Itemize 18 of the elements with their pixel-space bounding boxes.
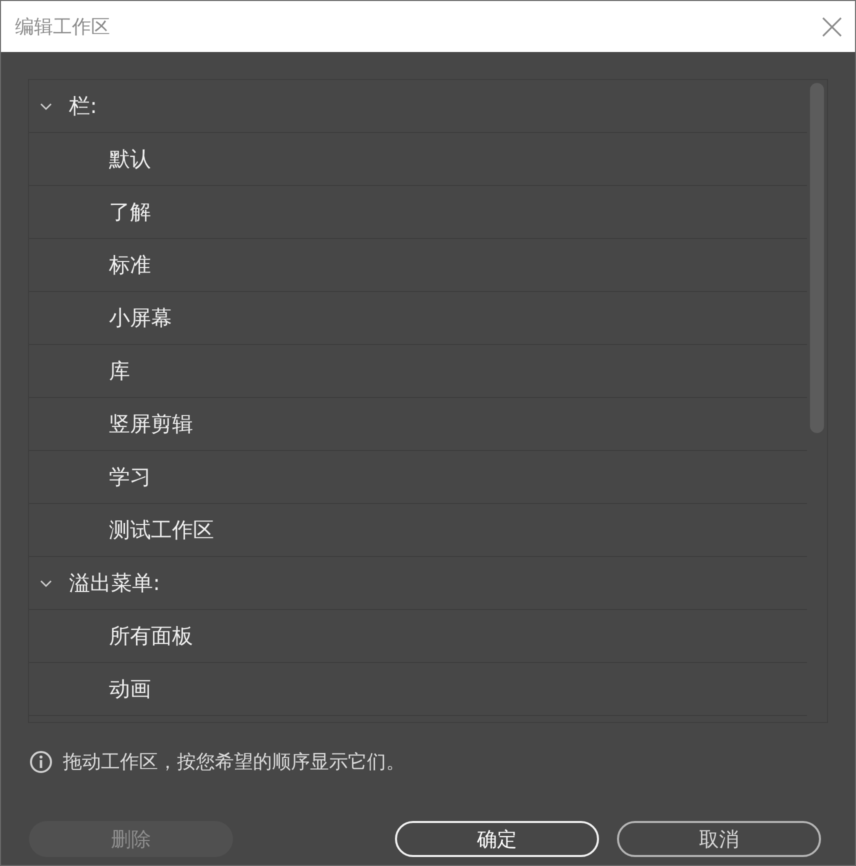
group-header[interactable]: 溢出菜单: (69, 569, 160, 597)
workspace-item[interactable]: 测试工作区 (109, 516, 214, 544)
workspace-item[interactable]: 了解 (109, 198, 151, 226)
workspace-item[interactable]: 竖屏剪辑 (109, 410, 193, 438)
workspace-item[interactable]: 小屏幕 (109, 304, 172, 332)
info-icon (29, 750, 53, 774)
workspace-item[interactable]: 标准 (109, 251, 151, 279)
cancel-button[interactable]: 取消 (617, 821, 821, 857)
window-title: 编辑工作区 (15, 14, 110, 40)
hint-text: 拖动工作区，按您希望的顺序显示它们。 (63, 750, 405, 775)
workspace-item[interactable]: 库 (109, 357, 130, 385)
ok-button[interactable]: 确定 (395, 821, 599, 857)
workspace-item[interactable]: 所有面板 (109, 622, 193, 650)
workspace-item[interactable]: 动画 (109, 675, 151, 703)
group-header[interactable]: 栏: (69, 92, 98, 120)
workspace-item[interactable]: 默认 (109, 145, 151, 173)
workspace-item[interactable]: 学习 (109, 463, 151, 491)
close-icon[interactable] (821, 16, 843, 38)
